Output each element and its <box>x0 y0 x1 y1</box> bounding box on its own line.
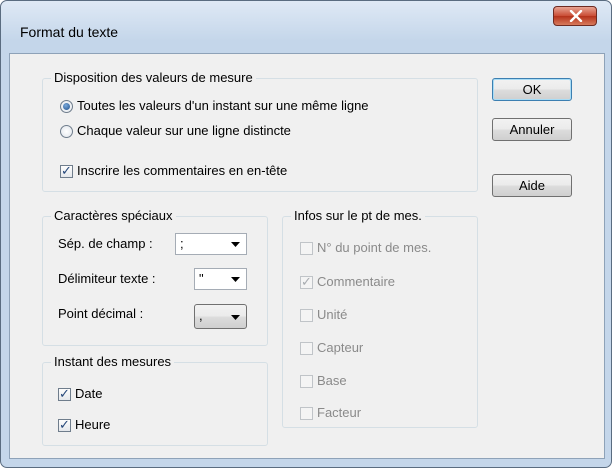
checkbox-time[interactable] <box>58 417 71 433</box>
window-title: Format du texte <box>20 24 119 40</box>
field-sep-select[interactable]: ; <box>175 233 247 255</box>
checkbox-comment[interactable] <box>300 274 313 290</box>
checkbox-sensor[interactable] <box>300 342 313 355</box>
checkbox-base[interactable] <box>300 375 313 388</box>
checkbox-base-label[interactable]: Base <box>317 373 347 388</box>
instant-group: Instant des mesures <box>42 354 268 446</box>
radio-same-line[interactable] <box>60 100 73 113</box>
radio-separate-line[interactable] <box>60 125 73 138</box>
checkbox-point-number-label[interactable]: N° du point de mes. <box>317 240 431 255</box>
checkbox-time-label[interactable]: Heure <box>75 417 110 432</box>
dialog-window: Format du texte Disposition des valeurs … <box>0 0 612 468</box>
radio-separate-line-label[interactable]: Chaque valeur sur une ligne distincte <box>77 123 291 138</box>
chevron-down-icon <box>231 315 240 320</box>
decimal-value: , <box>199 308 203 323</box>
disposition-legend: Disposition des valeurs de mesure <box>51 70 256 85</box>
checkbox-comment-label[interactable]: Commentaire <box>317 274 395 289</box>
checkbox-factor[interactable] <box>300 407 313 420</box>
checkbox-unit[interactable] <box>300 309 313 322</box>
close-icon <box>569 10 583 22</box>
instant-legend: Instant des mesures <box>51 354 175 369</box>
dialog-body: Disposition des valeurs de mesure Toutes… <box>9 53 605 459</box>
checkbox-date-label[interactable]: Date <box>75 386 102 401</box>
text-delim-value: " <box>199 271 204 286</box>
chevron-down-icon <box>231 277 240 282</box>
checkbox-unit-label[interactable]: Unité <box>317 307 347 322</box>
text-delim-label: Délimiteur texte : <box>58 271 156 286</box>
checkbox-sensor-label[interactable]: Capteur <box>317 340 363 355</box>
checkbox-comments-header[interactable] <box>60 163 73 179</box>
checkbox-date[interactable] <box>58 386 71 402</box>
text-delim-select[interactable]: " <box>194 268 247 290</box>
close-button[interactable] <box>553 6 597 26</box>
checkbox-factor-label[interactable]: Facteur <box>317 405 361 420</box>
cancel-button[interactable]: Annuler <box>492 118 572 141</box>
measure-info-legend: Infos sur le pt de mes. <box>291 208 425 223</box>
chevron-down-icon <box>231 242 240 247</box>
checkbox-point-number[interactable] <box>300 242 313 255</box>
special-chars-legend: Caractères spéciaux <box>51 208 176 223</box>
radio-same-line-label[interactable]: Toutes les valeurs d'un instant sur une … <box>77 98 369 113</box>
checkbox-comments-header-label[interactable]: Inscrire les commentaires en en-tête <box>77 163 287 178</box>
help-button[interactable]: Aide <box>492 174 572 197</box>
ok-button[interactable]: OK <box>492 78 572 101</box>
decimal-select[interactable]: , <box>194 304 247 329</box>
decimal-label: Point décimal : <box>58 306 144 321</box>
field-sep-label: Sép. de champ : <box>58 236 153 251</box>
field-sep-value: ; <box>180 236 184 251</box>
